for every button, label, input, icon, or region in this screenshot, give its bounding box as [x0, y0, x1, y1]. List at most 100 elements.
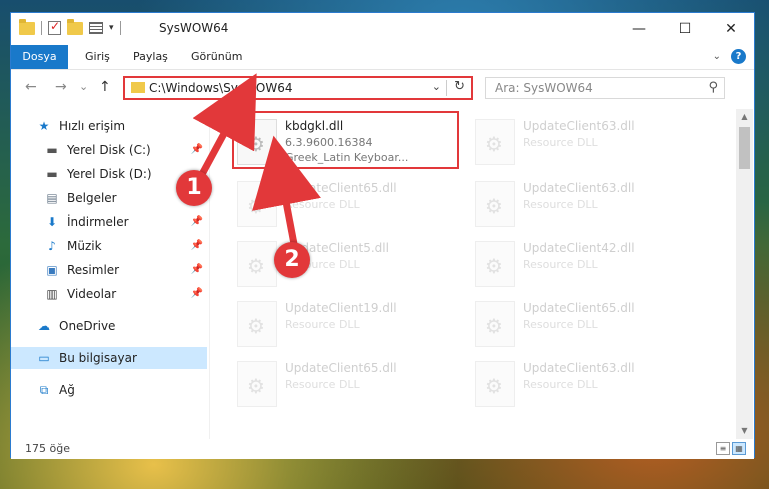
file-item[interactable]: UpdateClient65.dll Resource DLL	[233, 177, 453, 235]
sidebar-item-local-disk-c[interactable]: ▬ Yerel Disk (C:) 📌	[45, 139, 207, 161]
sidebar-item-label: Bu bilgisayar	[59, 351, 137, 365]
file-name: UpdateClient65.dll	[285, 181, 397, 195]
file-name: UpdateClient63.dll	[523, 119, 635, 133]
sidebar-item-music[interactable]: ♪ Müzik 📌	[45, 235, 207, 257]
file-description: Resource DLL	[523, 318, 598, 331]
rename-icon[interactable]	[89, 22, 103, 34]
pane-splitter[interactable]	[209, 109, 210, 439]
sidebar-item-network[interactable]: ⧉ Ağ	[37, 379, 207, 401]
properties-check-icon[interactable]	[48, 19, 61, 35]
details-view-icon[interactable]: ≡	[716, 442, 730, 455]
maximize-button[interactable]: ☐	[662, 13, 708, 45]
file-item[interactable]: UpdateClient65.dll Resource DLL	[471, 297, 691, 355]
chevron-down-icon[interactable]: ⌄	[432, 80, 441, 93]
file-item[interactable]: UpdateClient5.dll Resource DLL	[233, 237, 453, 295]
dll-file-icon	[475, 181, 515, 227]
network-icon: ⧉	[39, 383, 49, 397]
up-button[interactable]: ↑	[99, 79, 111, 95]
search-placeholder: Ara: SysWOW64	[495, 81, 593, 95]
sidebar-item-label: Ağ	[59, 383, 75, 397]
download-icon: ⬇	[46, 215, 58, 229]
quick-access-toolbar: ▾	[19, 18, 121, 35]
close-button[interactable]: ✕	[708, 13, 754, 45]
video-icon: ▥	[46, 287, 58, 301]
scroll-down-icon[interactable]: ▼	[736, 423, 753, 439]
explorer-window: ▾ SysWOW64 — ☐ ✕ Dosya Giriş Paylaş Görü…	[10, 12, 755, 459]
sidebar-item-label: Belgeler	[67, 191, 117, 205]
file-item-kbdgkl[interactable]: kbdgkl.dll 6.3.9600.16384 Greek_Latin Ke…	[233, 115, 453, 173]
address-divider	[446, 80, 447, 96]
file-item[interactable]: UpdateClient42.dll Resource DLL	[471, 237, 691, 295]
scroll-thumb[interactable]	[739, 127, 750, 169]
title-bar: ▾ SysWOW64 — ☐ ✕	[11, 13, 754, 45]
address-bar[interactable]: C:\Windows\SysWOW64 ⌄ ↻	[123, 76, 473, 100]
window-controls: — ☐ ✕	[616, 13, 754, 45]
cloud-icon: ☁	[38, 319, 50, 333]
tab-giris[interactable]: Giriş	[85, 45, 110, 69]
sidebar-item-downloads[interactable]: ⬇ İndirmeler 📌	[45, 211, 207, 233]
music-icon: ♪	[48, 239, 56, 253]
computer-icon: ▭	[38, 351, 50, 365]
dll-file-icon	[237, 301, 277, 347]
tab-paylas[interactable]: Paylaş	[133, 45, 168, 69]
tiles-view-icon[interactable]: ▦	[732, 442, 746, 455]
pin-icon[interactable]: 📌	[191, 264, 203, 275]
dll-file-icon	[475, 301, 515, 347]
scroll-up-icon[interactable]: ▲	[736, 109, 753, 125]
sidebar-item-pictures[interactable]: ▣ Resimler 📌	[45, 259, 207, 281]
file-version: 6.3.9600.16384	[285, 136, 373, 149]
minimize-button[interactable]: —	[616, 13, 662, 45]
pin-icon[interactable]: 📌	[191, 240, 203, 251]
file-name: UpdateClient42.dll	[523, 241, 635, 255]
back-button[interactable]: ←	[25, 79, 37, 95]
pin-icon[interactable]: 📌	[191, 216, 203, 227]
sidebar-item-this-pc[interactable]: ▭ Bu bilgisayar	[11, 347, 207, 369]
file-description: Resource DLL	[523, 136, 598, 149]
folder-icon	[19, 18, 35, 35]
file-description: Resource DLL	[285, 378, 360, 391]
file-item[interactable]: UpdateClient63.dll Resource DLL	[471, 357, 691, 415]
file-item[interactable]: UpdateClient65.dll Resource DLL	[233, 357, 453, 415]
file-name: UpdateClient63.dll	[523, 181, 635, 195]
pin-icon[interactable]: 📌	[191, 288, 203, 299]
help-icon[interactable]: ?	[731, 49, 746, 64]
tab-dosya[interactable]: Dosya	[11, 45, 68, 69]
chevron-down-icon[interactable]: ⌄	[713, 51, 721, 62]
sidebar-item-videos[interactable]: ▥ Videolar 📌	[45, 283, 207, 305]
sidebar-item-label: Videolar	[67, 287, 117, 301]
forward-button[interactable]: →	[55, 79, 67, 95]
file-name: UpdateClient63.dll	[523, 361, 635, 375]
search-icon[interactable]: ⚲	[708, 80, 718, 95]
status-bar: 175 öğe ≡ ▦	[11, 439, 754, 459]
file-description: Resource DLL	[523, 378, 598, 391]
toolbar-divider	[119, 21, 121, 35]
file-item[interactable]: UpdateClient63.dll Resource DLL	[471, 177, 691, 235]
recent-locations-button[interactable]: ⌄	[79, 80, 88, 93]
pin-icon[interactable]: 📌	[191, 144, 203, 155]
toolbar-dropdown-icon[interactable]: ▾	[109, 23, 114, 33]
sidebar-item-label: Resimler	[67, 263, 120, 277]
ribbon-tabs: Dosya Giriş Paylaş Görünüm ⌄ ?	[11, 45, 754, 70]
search-input[interactable]: Ara: SysWOW64 ⚲	[485, 77, 725, 99]
sidebar-item-label: Müzik	[67, 239, 102, 253]
dll-file-icon	[237, 119, 277, 165]
new-folder-icon[interactable]	[67, 18, 83, 35]
pictures-icon: ▣	[46, 263, 58, 277]
documents-icon: ▤	[46, 191, 58, 205]
file-item[interactable]: UpdateClient19.dll Resource DLL	[233, 297, 453, 355]
file-name: UpdateClient65.dll	[285, 361, 397, 375]
drive-icon: ▬	[46, 143, 58, 157]
sidebar-item-onedrive[interactable]: ☁ OneDrive	[37, 315, 207, 337]
file-item[interactable]: UpdateClient63.dll Resource DLL	[471, 115, 691, 173]
sidebar-item-label: Hızlı erişim	[59, 119, 126, 133]
dll-file-icon	[475, 361, 515, 407]
refresh-icon[interactable]: ↻	[454, 79, 465, 94]
vertical-scrollbar[interactable]: ▲ ▼	[736, 109, 753, 439]
file-description: Greek_Latin Keyboar...	[285, 151, 409, 164]
folder-icon	[131, 82, 145, 93]
sidebar-item-quick-access[interactable]: ★ Hızlı erişim	[37, 115, 207, 137]
file-description: Resource DLL	[523, 198, 598, 211]
sidebar-item-label: OneDrive	[59, 319, 116, 333]
file-name: UpdateClient19.dll	[285, 301, 397, 315]
tab-gorunum[interactable]: Görünüm	[191, 45, 242, 69]
